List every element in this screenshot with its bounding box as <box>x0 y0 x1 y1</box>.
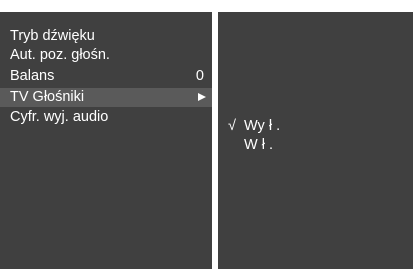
menu-item-auto-volume[interactable]: Aut. poz. głośn. <box>0 46 212 65</box>
menu-item-label: TV Głośniki <box>10 89 85 105</box>
tv-speakers-submenu-panel: √ Wy ł . W ł . <box>218 12 413 269</box>
submenu-option-on[interactable]: W ł . <box>218 136 413 155</box>
triangle-right-icon <box>198 93 206 101</box>
submenu-option-off[interactable]: √ Wy ł . <box>218 117 413 136</box>
menu-item-digital-audio-out[interactable]: Cyfr. wyj. audio <box>0 108 212 127</box>
menu-item-tv-speakers[interactable]: TV Głośniki <box>0 88 212 107</box>
check-icon: √ <box>228 118 236 134</box>
balance-value: 0 <box>195 68 204 84</box>
tv-osd-frame: Tryb dźwięku Aut. poz. głośn. Balans 0 T… <box>0 0 413 279</box>
audio-menu-panel: Tryb dźwięku Aut. poz. głośn. Balans 0 T… <box>0 12 212 269</box>
submenu-option-label: Wy ł . <box>244 118 281 134</box>
menu-item-label: Cyfr. wyj. audio <box>10 109 109 125</box>
menu-item-balance[interactable]: Balans 0 <box>0 67 212 86</box>
submenu-option-label: W ł . <box>244 137 273 153</box>
menu-item-label: Balans <box>10 68 55 84</box>
menu-item-label: Aut. poz. głośn. <box>10 47 110 63</box>
menu-item-label: Tryb dźwięku <box>10 28 95 44</box>
menu-item-sound-mode[interactable]: Tryb dźwięku <box>0 27 212 46</box>
